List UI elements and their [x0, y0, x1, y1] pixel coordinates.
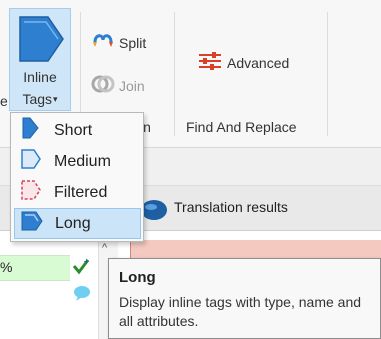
menu-item-long[interactable]: Long: [14, 208, 141, 239]
medium-tag-icon: [20, 147, 42, 176]
ribbon-separator: [174, 12, 175, 136]
join-label: Join: [119, 77, 145, 94]
comment-icon[interactable]: [73, 284, 91, 305]
menu-item-label: Long: [55, 214, 91, 232]
translation-results-title[interactable]: Translation results: [174, 199, 288, 215]
scroll-up-icon[interactable]: ^: [102, 242, 107, 254]
advanced-label: Advanced: [227, 54, 290, 71]
menu-item-label: Medium: [54, 152, 111, 170]
inline-tags-dropdown-menu: Short Medium Filtered Long: [10, 112, 144, 242]
filtered-tag-icon: [20, 178, 42, 207]
menu-item-short[interactable]: Short: [14, 115, 141, 146]
translation-results-icon: [140, 196, 168, 225]
join-icon: [91, 73, 115, 98]
advanced-icon: [197, 50, 223, 75]
split-button[interactable]: Split: [91, 30, 146, 55]
inline-tags-button[interactable]: Inline Tags▾: [9, 8, 71, 111]
long-tag-icon: [21, 209, 43, 238]
inline-tags-large-icon: [16, 14, 66, 67]
menu-item-label: Short: [54, 121, 93, 139]
confirmed-check-icon: +: [72, 257, 90, 278]
tooltip-title: Long: [119, 269, 156, 286]
menu-item-medium[interactable]: Medium: [14, 146, 141, 177]
join-button[interactable]: Join: [91, 73, 145, 98]
advanced-find-button[interactable]: Advanced: [197, 50, 289, 75]
menu-item-filtered[interactable]: Filtered: [14, 177, 141, 208]
short-tag-icon: [20, 116, 42, 145]
ribbon-separator: [327, 12, 328, 136]
split-icon: [91, 30, 115, 55]
svg-text:+: +: [83, 257, 90, 266]
inline-tags-label-line1: Inline: [23, 69, 57, 85]
tooltip-body: Display inline tags with type, name and …: [119, 294, 362, 329]
chevron-down-icon: ▾: [53, 94, 58, 104]
tooltip: Long Display inline tags with type, name…: [108, 258, 381, 339]
match-percent: %: [0, 259, 13, 275]
split-label: Split: [119, 34, 147, 51]
ribbon-cut-label: e: [0, 93, 8, 109]
menu-item-label: Filtered: [54, 183, 108, 201]
inline-tags-label-line2: Tags▾: [22, 91, 58, 107]
group-label-find-and-replace: Find And Replace: [186, 119, 297, 135]
